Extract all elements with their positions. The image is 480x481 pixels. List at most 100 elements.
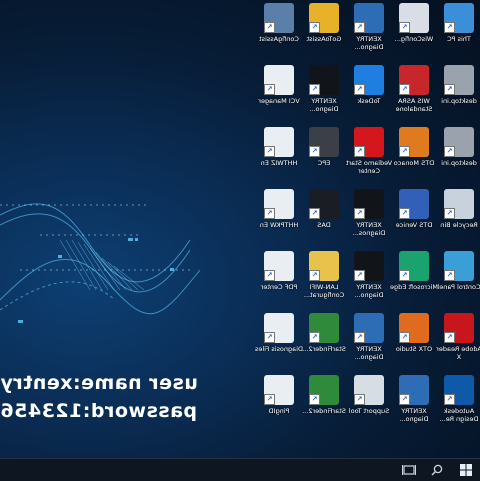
shortcut-arrow-icon: ↗ <box>399 270 410 281</box>
desktop-shortcut-label: This PC <box>447 35 471 43</box>
shortcut-arrow-icon: ↗ <box>399 394 410 405</box>
desktop-shortcut[interactable]: ↗ XENTRY Diagno... <box>391 375 437 433</box>
desktop-shortcut[interactable]: ↗ ToDesk <box>346 65 392 123</box>
autodesk-icon: ↗ <box>444 375 474 405</box>
shortcut-arrow-icon: ↗ <box>309 270 320 281</box>
todesk-icon: ↗ <box>354 65 384 95</box>
desktop-shortcut[interactable]: ↗ desktop.ini <box>436 127 480 185</box>
desktop-shortcut[interactable]: ↗ DAS <box>301 189 347 247</box>
shortcut-arrow-icon: ↗ <box>399 208 410 219</box>
shortcut-arrow-icon: ↗ <box>399 146 410 157</box>
ini-file-icon: ↗ <box>444 65 474 95</box>
hht-device-icon: ↗ <box>264 189 294 219</box>
desktop-shortcut-label: LAN-WIFI Configurat... <box>303 283 345 299</box>
desktop-shortcut[interactable]: ↗ Adobe Reader X <box>436 313 480 371</box>
document-icon: ↗ <box>264 313 294 343</box>
red-car-icon: ↗ <box>399 65 429 95</box>
desktop-shortcut[interactable]: ↗ VCI Manager <box>256 65 302 123</box>
shortcut-arrow-icon: ↗ <box>264 394 275 405</box>
desktop-shortcut[interactable]: ↗ PDF Center <box>256 251 302 309</box>
desktop-shortcut-label: OTX Studio <box>395 345 433 353</box>
shortcut-arrow-icon: ↗ <box>444 22 455 33</box>
desktop-shortcut[interactable]: ↗ LAN-WIFI Configurat... <box>301 251 347 309</box>
starfinder-icon: ↗ <box>309 375 339 405</box>
desktop-shortcut-label: EPC <box>317 159 331 167</box>
starfinder-icon: ↗ <box>309 313 339 343</box>
epc-icon: ↗ <box>309 127 339 157</box>
desktop: user name:xentry password:123456 ↗ This P… <box>0 0 480 458</box>
shortcut-arrow-icon: ↗ <box>444 208 455 219</box>
desktop-shortcut[interactable]: ↗ ConfigAssist <box>256 3 302 61</box>
desktop-shortcut[interactable]: ↗ WisConfig... <box>391 3 437 61</box>
desktop-shortcut[interactable]: ↗ DTS Venice <box>391 189 437 247</box>
desktop-shortcut-label: DAS <box>317 221 331 229</box>
desktop-shortcut[interactable]: ↗ GoToAssist <box>301 3 347 61</box>
desktop-shortcut-label: PingID <box>268 407 290 415</box>
shortcut-arrow-icon: ↗ <box>354 22 365 33</box>
search-icon[interactable] <box>428 462 446 478</box>
desktop-shortcut[interactable]: ↗ StarFinder2... <box>301 313 347 371</box>
shortcut-arrow-icon: ↗ <box>444 332 455 343</box>
desktop-shortcut-label: Control Panel <box>437 283 480 291</box>
desktop-shortcut[interactable]: ↗ Recycle Bin <box>436 189 480 247</box>
vediamo-v-icon: ↗ <box>354 127 384 157</box>
desktop-shortcut-label: Recycle Bin <box>440 221 478 229</box>
desktop-shortcut-label: XENTRY Diagno... <box>354 35 384 51</box>
desktop-shortcut[interactable]: ↗ OTX Studio <box>391 313 437 371</box>
car-lock-icon: ↗ <box>399 3 429 33</box>
shortcut-arrow-icon: ↗ <box>309 208 320 219</box>
desktop-shortcut[interactable]: ↗ HHTWIZ En <box>256 127 302 185</box>
mercedes-star-icon: ↗ <box>309 189 339 219</box>
shortcut-arrow-icon: ↗ <box>264 332 275 343</box>
pdf-center-icon: ↗ <box>264 251 294 281</box>
pingid-icon: ↗ <box>264 375 294 405</box>
desktop-shortcut[interactable]: ↗ XENTRY Diagno... <box>346 251 392 309</box>
shortcut-arrow-icon: ↗ <box>399 84 410 95</box>
shortcut-arrow-icon: ↗ <box>264 146 275 157</box>
shortcut-arrow-icon: ↗ <box>354 84 365 95</box>
shortcut-arrow-icon: ↗ <box>354 394 365 405</box>
helmet-icon: ↗ <box>309 3 339 33</box>
shortcut-arrow-icon: ↗ <box>354 332 365 343</box>
desktop-shortcut-label: GoToAssist <box>306 35 342 43</box>
desktop-shortcut[interactable]: ↗ PingID <box>256 375 302 433</box>
desktop-shortcut[interactable]: ↗ XENTRY Diagno... <box>346 313 392 371</box>
desktop-shortcut[interactable]: ↗ This PC <box>436 3 480 61</box>
recycle-bin-icon: ↗ <box>444 189 474 219</box>
desktop-shortcut[interactable]: ↗ desktop.ini <box>436 65 480 123</box>
desktop-shortcut[interactable]: ↗ Autodesk Design Re... <box>436 375 480 433</box>
computer-icon: ↗ <box>444 3 474 33</box>
desktop-shortcut-label: StarFinder2... <box>302 407 346 415</box>
otx-studio-icon: ↗ <box>399 313 429 343</box>
desktop-shortcut-label: Microsoft Edge <box>390 283 439 291</box>
desktop-shortcut[interactable]: ↗ Vediamo Start Center <box>346 127 392 185</box>
desktop-shortcut[interactable]: ↗ EPC <box>301 127 347 185</box>
desktop-shortcut-label: DTS Venice <box>395 221 433 229</box>
desktop-shortcut[interactable]: ↗ XENTRY Diagno... <box>301 65 347 123</box>
desktop-shortcut[interactable]: ↗ XENTRY Diagnos... <box>346 189 392 247</box>
desktop-shortcut[interactable]: ↗ DTS Monaco <box>391 127 437 185</box>
desktop-shortcut[interactable]: ↗ Support Tool <box>346 375 392 433</box>
desktop-shortcut[interactable]: ↗ Diagnosis Files <box>255 313 303 371</box>
desktop-shortcut-label: XENTRY Diagno... <box>354 283 384 299</box>
taskbar <box>0 458 480 481</box>
desktop-shortcut[interactable]: ↗ Control Panel <box>436 251 480 309</box>
desktop-shortcut-label: XENTRY Diagno... <box>354 345 384 361</box>
desktop-shortcut-label: WisConfig... <box>394 35 434 43</box>
desktop-shortcut-label: desktop.ini <box>441 159 477 167</box>
wallpaper-password-text: password:123456 <box>0 400 198 422</box>
desktop-shortcut-label: XENTRY Diagno... <box>399 407 429 423</box>
desktop-shortcut-label: HHTPKW En <box>259 221 299 229</box>
wifi-folder-icon: ↗ <box>309 251 339 281</box>
desktop-shortcut[interactable]: ↗ Microsoft Edge <box>390 251 439 309</box>
desktop-shortcut-label: XENTRY Diagnos... <box>352 221 386 237</box>
desktop-shortcut[interactable]: ↗ WIS ASRA Standalone <box>391 65 437 123</box>
task-view-icon[interactable] <box>400 462 418 478</box>
desktop-shortcut[interactable]: ↗ HHTPKW En <box>256 189 302 247</box>
desktop-shortcut-label: ToDesk <box>357 97 381 105</box>
desktop-shortcut[interactable]: ↗ XENTRY Diagno... <box>346 3 392 61</box>
windows-logo-icon[interactable] <box>457 462 475 478</box>
control-panel-icon: ↗ <box>444 251 474 281</box>
desktop-shortcut[interactable]: ↗ StarFinder2... <box>301 375 347 433</box>
desktop-shortcut-label: StarFinder2... <box>302 345 346 353</box>
